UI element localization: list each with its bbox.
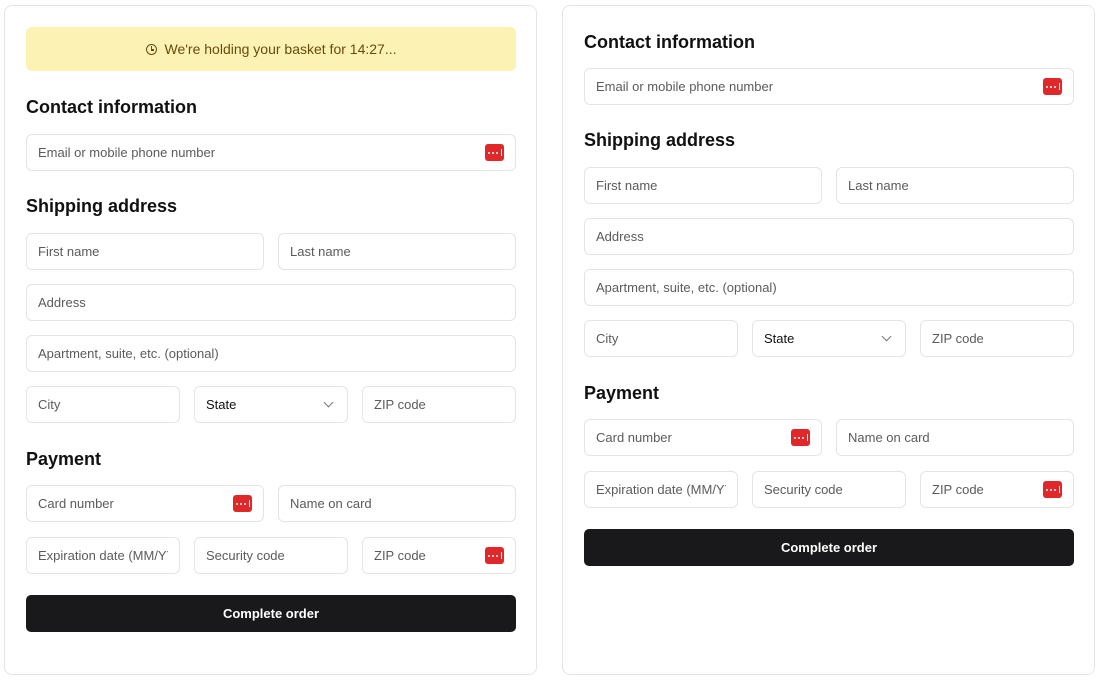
state-value: State [764, 331, 795, 346]
state-value: State [206, 397, 237, 412]
last-name-field[interactable] [836, 167, 1074, 204]
state-select[interactable]: State [752, 320, 906, 357]
password-manager-icon[interactable] [1043, 481, 1062, 498]
email-field[interactable] [26, 134, 516, 171]
contact-heading: Contact information [584, 32, 755, 52]
zip-input[interactable] [374, 397, 504, 412]
apartment-input[interactable] [38, 346, 504, 361]
state-select[interactable]: State [194, 386, 348, 423]
billing-zip-field[interactable] [920, 471, 1074, 508]
shipping-heading: Shipping address [26, 196, 178, 216]
security-code-field[interactable] [194, 537, 348, 574]
card-number-input[interactable] [38, 496, 233, 511]
card-number-input[interactable] [596, 430, 791, 445]
card-number-field[interactable] [26, 485, 264, 522]
last-name-field[interactable] [278, 233, 516, 270]
billing-zip-input[interactable] [932, 482, 1043, 497]
clock-icon [145, 43, 157, 55]
city-field[interactable] [584, 320, 738, 357]
chevron-down-icon [881, 331, 892, 342]
password-manager-icon[interactable] [485, 547, 504, 564]
address-field[interactable] [26, 284, 516, 321]
name-on-card-field[interactable] [836, 419, 1074, 456]
zip-field[interactable] [920, 320, 1074, 357]
checkout-form-with-banner: We're holding your basket for 14:27... C… [4, 5, 537, 675]
shipping-heading: Shipping address [584, 130, 736, 150]
complete-order-button[interactable]: Complete order [584, 529, 1074, 566]
chevron-down-icon [323, 397, 334, 408]
checkout-form: Contact information Shipping address Sta… [562, 5, 1095, 675]
password-manager-icon[interactable] [791, 429, 810, 446]
apartment-field[interactable] [584, 269, 1074, 306]
first-name-input[interactable] [38, 244, 252, 259]
name-on-card-input[interactable] [848, 430, 1062, 445]
password-manager-icon[interactable] [485, 144, 504, 161]
first-name-input[interactable] [596, 178, 810, 193]
security-code-input[interactable] [764, 482, 894, 497]
first-name-field[interactable] [584, 167, 822, 204]
zip-input[interactable] [932, 331, 1062, 346]
city-input[interactable] [596, 331, 726, 346]
expiration-field[interactable] [584, 471, 738, 508]
name-on-card-field[interactable] [278, 485, 516, 522]
security-code-input[interactable] [206, 548, 336, 563]
email-input[interactable] [596, 79, 1043, 94]
address-input[interactable] [38, 295, 504, 310]
complete-order-button[interactable]: Complete order [26, 595, 516, 632]
expiration-field[interactable] [26, 537, 180, 574]
last-name-input[interactable] [848, 178, 1062, 193]
city-field[interactable] [26, 386, 180, 423]
address-input[interactable] [596, 229, 1062, 244]
password-manager-icon[interactable] [233, 495, 252, 512]
card-number-field[interactable] [584, 419, 822, 456]
email-field[interactable] [584, 68, 1074, 105]
apartment-field[interactable] [26, 335, 516, 372]
password-manager-icon[interactable] [1043, 78, 1062, 95]
last-name-input[interactable] [290, 244, 504, 259]
first-name-field[interactable] [26, 233, 264, 270]
name-on-card-input[interactable] [290, 496, 504, 511]
contact-heading: Contact information [26, 97, 197, 117]
address-field[interactable] [584, 218, 1074, 255]
billing-zip-field[interactable] [362, 537, 516, 574]
apartment-input[interactable] [596, 280, 1062, 295]
expiration-input[interactable] [596, 482, 726, 497]
basket-hold-text: We're holding your basket for 14:27... [164, 41, 397, 57]
expiration-input[interactable] [38, 548, 168, 563]
payment-heading: Payment [26, 449, 102, 469]
payment-heading: Payment [584, 383, 660, 403]
basket-hold-banner: We're holding your basket for 14:27... [26, 27, 516, 71]
billing-zip-input[interactable] [374, 548, 485, 563]
zip-field[interactable] [362, 386, 516, 423]
email-input[interactable] [38, 145, 485, 160]
security-code-field[interactable] [752, 471, 906, 508]
city-input[interactable] [38, 397, 168, 412]
